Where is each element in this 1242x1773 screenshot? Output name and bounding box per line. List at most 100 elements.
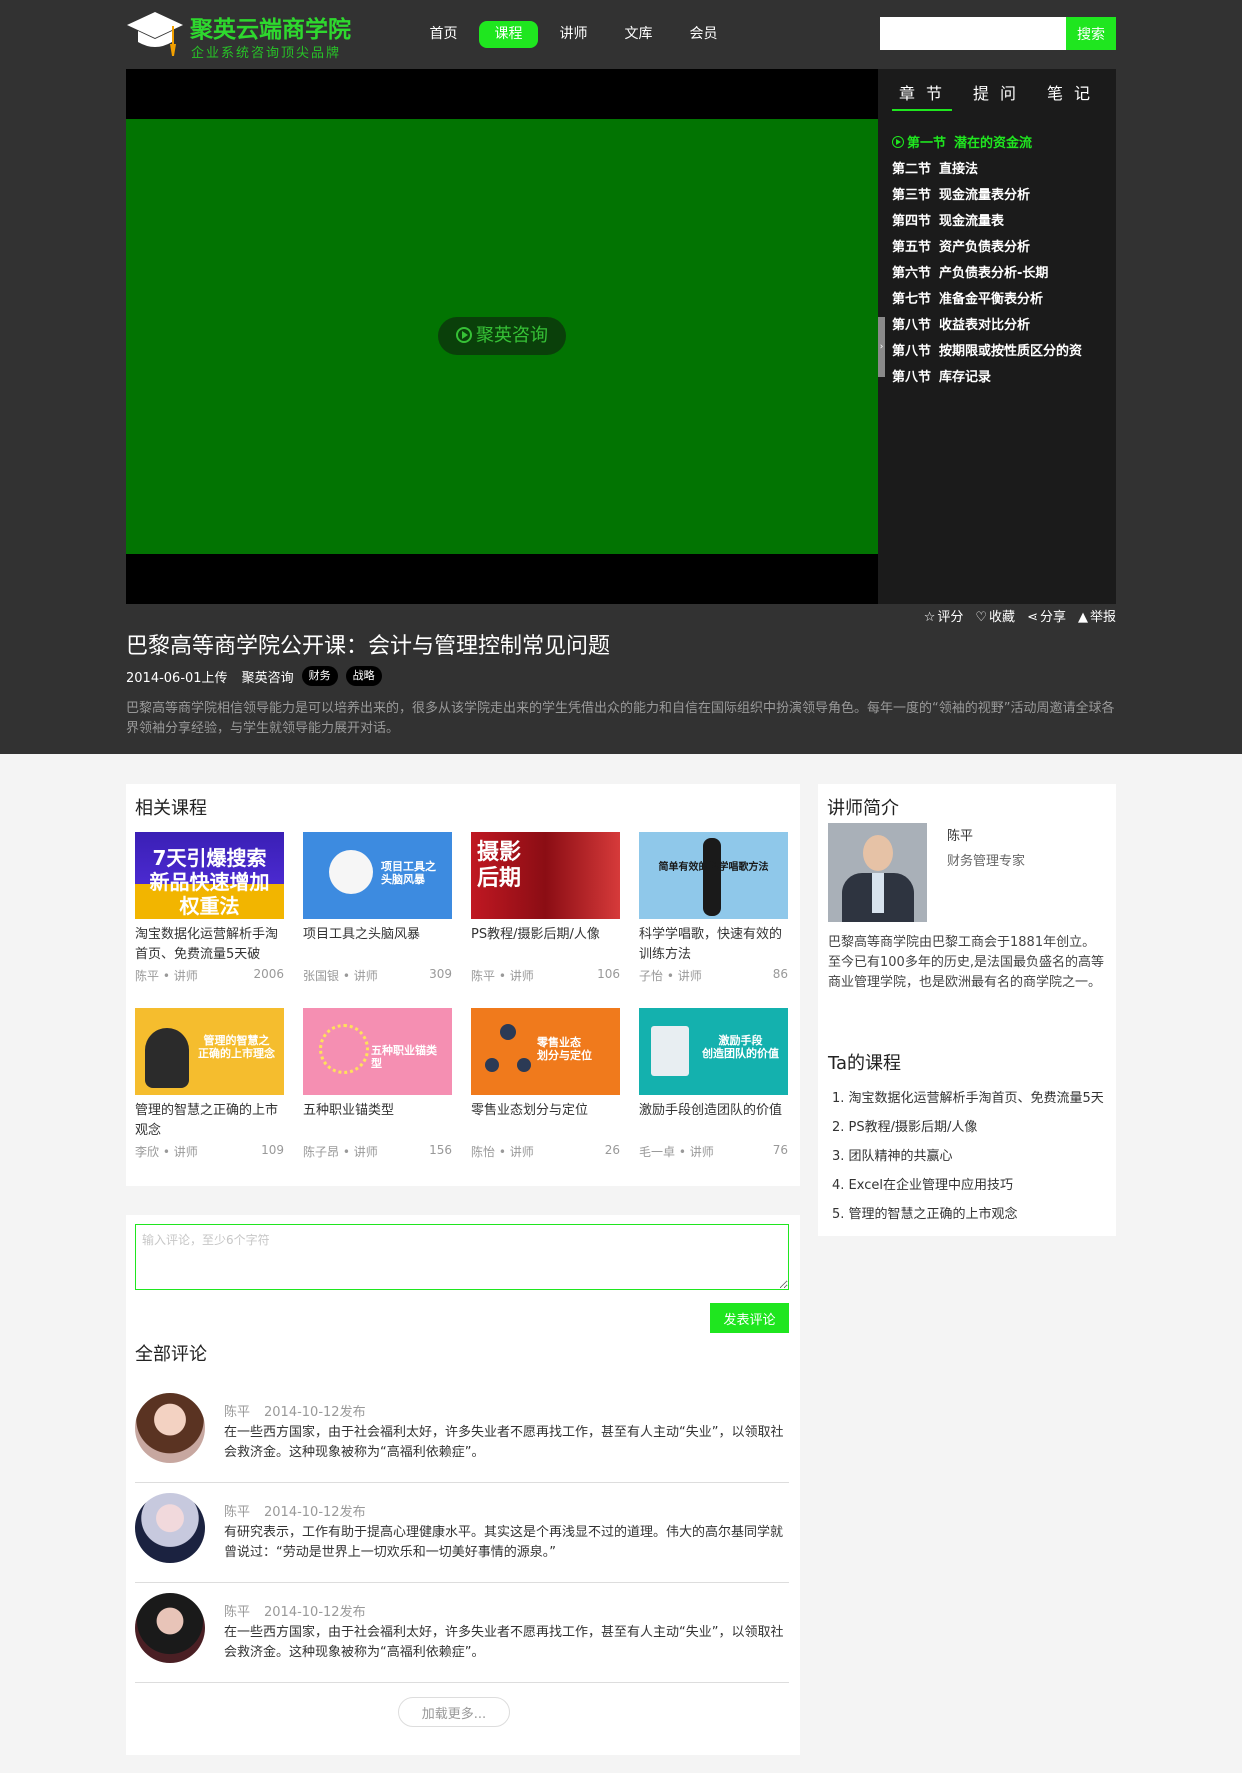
comments-panel: 发表评论 全部评论 陈平 2014-10-12发布 在一些西方国家，由于社会福利太… (126, 1215, 800, 1755)
course-thumbnail[interactable]: 7天引爆搜索 新品快速增加权重法 (135, 832, 284, 919)
comment-meta: 陈平 2014-10-12发布 (224, 1401, 366, 1420)
avatar[interactable] (135, 1493, 205, 1563)
chapter-item[interactable]: 第八节 按期限或按性质区分的资 (892, 339, 1112, 365)
chapter-item[interactable]: 第七节 准备金平衡表分析 (892, 287, 1112, 313)
tab-questions[interactable]: 提 问 (966, 79, 1026, 111)
course-thumbnail[interactable]: 零售业态 划分与定位 (471, 1008, 620, 1095)
comment-text: 有研究表示，工作有助于提高心理健康水平。其实这是个再浅显不过的道理。伟大的高尔基… (224, 1525, 784, 1560)
course-teacher: 陈平 • 讲师 (135, 969, 198, 983)
chapter-title: 收益表对比分析 (939, 318, 1031, 333)
nav-item-teachers[interactable]: 讲师 (544, 21, 603, 48)
course-thumbnail[interactable]: 简单有效的科学唱歌方法 (639, 832, 788, 919)
org-chart-illustration (485, 1024, 531, 1082)
nav-item-home[interactable]: 首页 (414, 21, 473, 48)
teacher-course-list: 1. 淘宝数据化运营解析手淘首页、免费流量5天 2. PS教程/摄影后期/人像 … (832, 1084, 1112, 1229)
course-thumbnail[interactable]: 摄影 后期 (471, 832, 620, 919)
thumbnail-caption: 摄影 后期 (477, 840, 522, 892)
course-card-title[interactable]: 激励手段创造团队的价值 (639, 1101, 788, 1141)
nav-item-courses[interactable]: 课程 (479, 21, 538, 48)
nav-item-members[interactable]: 会员 (674, 21, 733, 48)
course-card[interactable]: 五种职业锚类型 五种职业锚类型 陈子昂 • 讲师 156 (303, 1008, 452, 1160)
load-more-button[interactable]: 加载更多... (398, 1697, 510, 1727)
thumbnail-caption: 简单有效的科学唱歌方法 (658, 862, 769, 873)
rate-button[interactable]: ☆ 评分 (924, 606, 964, 625)
heart-icon: ♡ (975, 610, 988, 625)
course-card[interactable]: 零售业态 划分与定位 零售业态划分与定位 陈怡 • 讲师 26 (471, 1008, 620, 1160)
comment-author[interactable]: 陈平 (224, 1605, 250, 1620)
tag-badge[interactable]: 战略 (345, 666, 382, 686)
comment-input[interactable] (135, 1224, 789, 1290)
chapter-number: 第八节 (892, 318, 932, 333)
course-org[interactable]: 聚英咨询 (242, 667, 294, 686)
course-card-title[interactable]: PS教程/摄影后期/人像 (471, 925, 620, 965)
main-nav: 首页 课程 讲师 文库 会员 (414, 21, 739, 48)
chapter-number: 第六节 (892, 266, 932, 281)
share-icon: ⋖ (1027, 610, 1038, 625)
chapter-item[interactable]: 第二节 直接法 (892, 157, 1112, 183)
share-button[interactable]: ⋖ 分享 (1027, 606, 1066, 625)
course-thumbnail[interactable]: 激励手段 创造团队的价值 (639, 1008, 788, 1095)
avatar[interactable] (135, 1593, 205, 1663)
chapter-item[interactable]: 第一节 潜在的资金流 (892, 131, 1112, 157)
course-card[interactable]: 摄影 后期 PS教程/摄影后期/人像 陈平 • 讲师 106 (471, 832, 620, 984)
view-count: 106 (597, 967, 620, 981)
tag-badge[interactable]: 财务 (301, 666, 338, 686)
teacher-course-link[interactable]: 3. 团队精神的共赢心 (832, 1142, 1112, 1171)
course-teacher: 陈平 • 讲师 (471, 969, 534, 983)
teacher-course-link[interactable]: 2. PS教程/摄影后期/人像 (832, 1113, 1112, 1142)
course-card-title[interactable]: 淘宝数据化运营解析手淘首页、免费流量5天破 (135, 925, 284, 965)
course-card-title[interactable]: 五种职业锚类型 (303, 1101, 452, 1141)
chapter-item[interactable]: 第八节 收益表对比分析 (892, 313, 1112, 339)
course-card-title[interactable]: 科学学唱歌，快速有效的训练方法 (639, 925, 788, 965)
tab-chapters[interactable]: 章 节 (892, 79, 952, 111)
course-card-title[interactable]: 管理的智慧之正确的上市观念 (135, 1101, 284, 1141)
course-card-meta: 陈平 • 讲师 2006 (135, 967, 284, 984)
teacher-photo[interactable] (828, 823, 927, 922)
comment-time: 2014-10-12发布 (264, 1605, 366, 1620)
course-card[interactable]: 7天引爆搜索 新品快速增加权重法 淘宝数据化运营解析手淘首页、免费流量5天破 陈… (135, 832, 284, 984)
course-card[interactable]: 项目工具之 头脑风暴 项目工具之头脑风暴 张国银 • 讲师 309 (303, 832, 452, 984)
nav-item-library[interactable]: 文库 (609, 21, 668, 48)
course-card-title[interactable]: 零售业态划分与定位 (471, 1101, 620, 1141)
play-badge-label: 聚英咨询 (476, 325, 548, 346)
site-logo[interactable]: 聚英云端商学院 企业系统咨询顶尖品牌 (126, 8, 362, 62)
play-button[interactable]: 聚英咨询 (438, 317, 566, 355)
teacher-bio: 巴黎高等商学院由巴黎工商会于1881年创立。至今已有100多年的历史,是法国最负… (828, 935, 1104, 990)
star-icon: ☆ (923, 610, 936, 625)
chapter-item[interactable]: 第五节 资产负债表分析 (892, 235, 1112, 261)
chapter-item[interactable]: 第六节 产负债表分析-长期 (892, 261, 1112, 287)
video-frame[interactable]: 聚英咨询 (126, 119, 878, 554)
upload-date: 2014-06-01上传 (126, 670, 228, 686)
search-input[interactable] (880, 17, 1066, 50)
comment-item: 陈平 2014-10-12发布 在一些西方国家，由于社会福利太好，许多失业者不愿再… (135, 1583, 789, 1683)
course-card[interactable]: 管理的智慧之 正确的上市理念 管理的智慧之正确的上市观念 李欣 • 讲师 109 (135, 1008, 284, 1160)
post-comment-button[interactable]: 发表评论 (710, 1303, 789, 1333)
course-thumbnail[interactable]: 项目工具之 头脑风暴 (303, 832, 452, 919)
teacher-name: 陈平 (947, 829, 974, 844)
teacher-course-link[interactable]: 4. Excel在企业管理中应用技巧 (832, 1171, 1112, 1200)
video-player[interactable]: 聚英咨询 (126, 69, 878, 604)
course-card[interactable]: 简单有效的科学唱歌方法 科学学唱歌，快速有效的训练方法 子怡 • 讲师 86 (639, 832, 788, 984)
report-button[interactable]: ▲ 举报 (1078, 606, 1116, 625)
chapter-item[interactable]: 第四节 现金流量表 (892, 209, 1112, 235)
search-button[interactable]: 搜索 (1066, 17, 1116, 50)
chapter-number: 第五节 (892, 240, 932, 255)
chapter-title: 准备金平衡表分析 (939, 292, 1044, 307)
course-thumbnail[interactable]: 五种职业锚类型 (303, 1008, 452, 1095)
teacher-course-link[interactable]: 1. 淘宝数据化运营解析手淘首页、免费流量5天 (832, 1084, 1112, 1113)
course-card[interactable]: 激励手段 创造团队的价值 激励手段创造团队的价值 毛一卓 • 讲师 76 (639, 1008, 788, 1160)
chapter-item[interactable]: 第三节 现金流量表分析 (892, 183, 1112, 209)
course-card-title[interactable]: 项目工具之头脑风暴 (303, 925, 452, 965)
teacher-course-link[interactable]: 5. 管理的智慧之正确的上市观念 (832, 1200, 1112, 1229)
chapter-item[interactable]: 第八节 库存记录 (892, 365, 1112, 391)
chapter-list: 第一节 潜在的资金流 第二节 直接法 第三节 现金流量表分析 第四节 现金流量表 第五节… (892, 131, 1112, 391)
tab-notes[interactable]: 笔 记 (1040, 79, 1100, 111)
course-card-meta: 陈子昂 • 讲师 156 (303, 1143, 452, 1160)
favorite-button[interactable]: ♡ 收藏 (975, 606, 1015, 625)
course-thumbnail[interactable]: 管理的智慧之 正确的上市理念 (135, 1008, 284, 1095)
avatar[interactable] (135, 1393, 205, 1463)
comment-author[interactable]: 陈平 (224, 1505, 250, 1520)
comment-item: 陈平 2014-10-12发布 有研究表示，工作有助于提高心理健康水平。其实这是个… (135, 1483, 789, 1583)
panel-collapse-handle[interactable]: › (878, 317, 885, 377)
comment-author[interactable]: 陈平 (224, 1405, 250, 1420)
